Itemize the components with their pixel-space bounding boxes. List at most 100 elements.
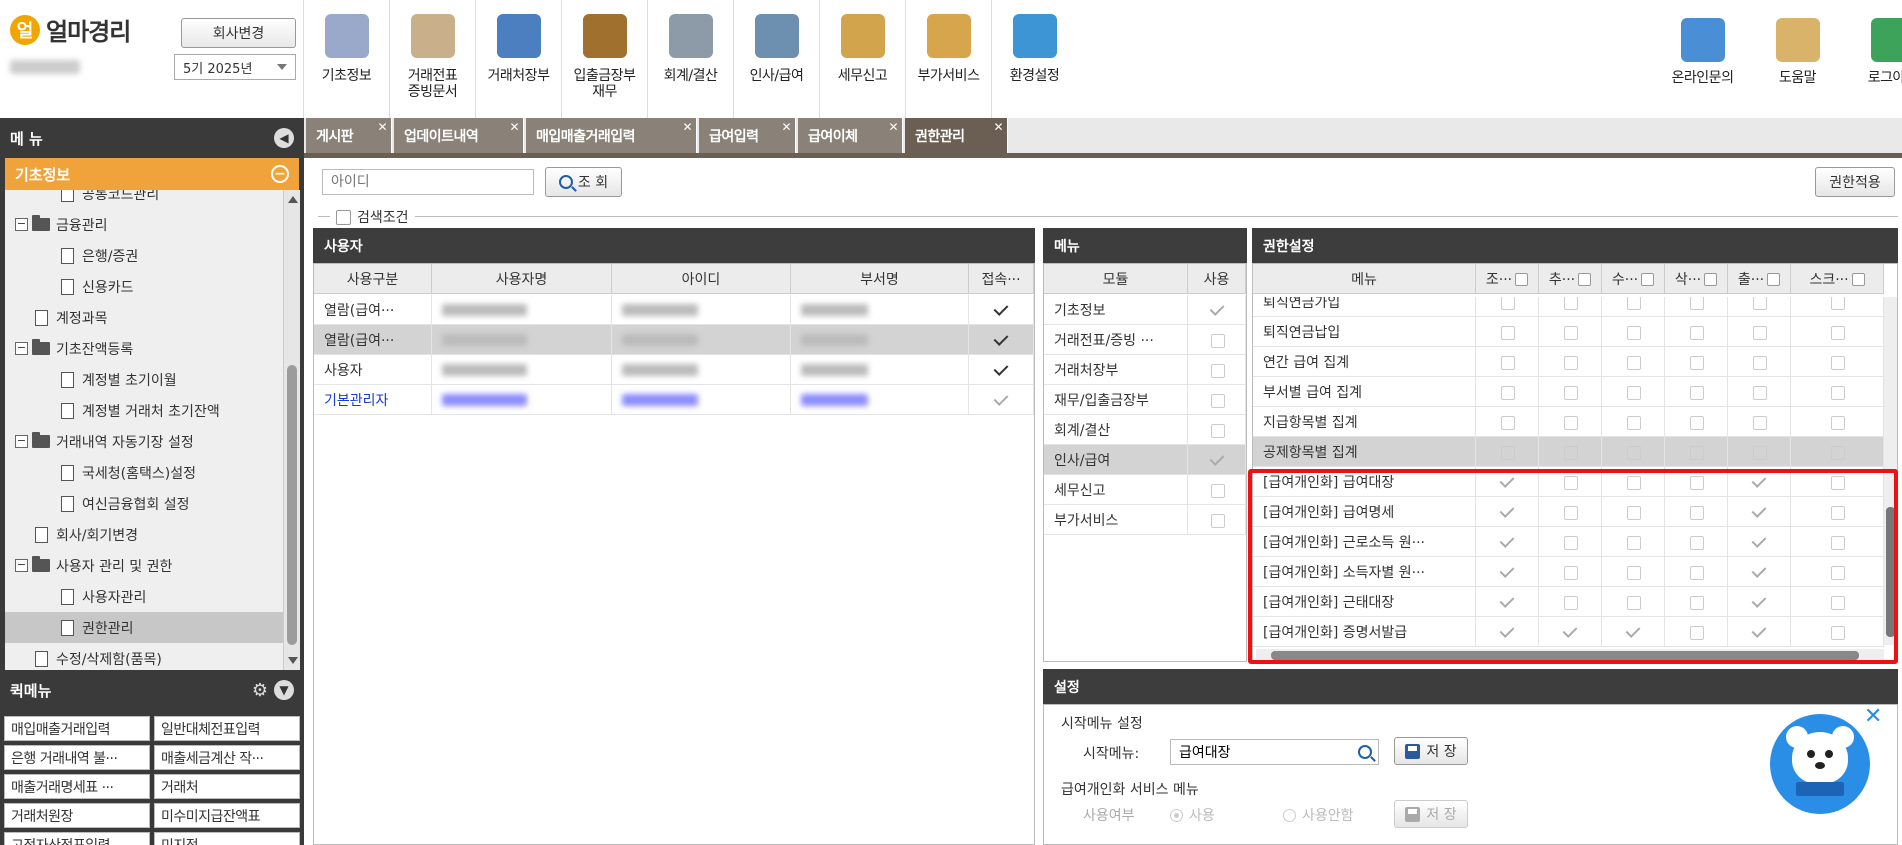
list-item[interactable]: 회계/결산 (1044, 415, 1246, 445)
checkbox-unchecked[interactable] (1687, 443, 1705, 461)
scroll-thumb[interactable] (1271, 651, 1859, 660)
checkbox-unchecked[interactable] (1828, 413, 1846, 431)
tree-item[interactable]: 국세청(홈택스)설정 (61, 457, 196, 488)
checkbox-unchecked[interactable] (1750, 443, 1768, 461)
close-icon[interactable]: ✕ (1864, 704, 1882, 729)
tab-0[interactable]: 게시판 ✕ (306, 118, 392, 153)
permission-column-header[interactable]: 수··· (1602, 264, 1665, 294)
tree-item[interactable]: 신용카드 (61, 271, 134, 302)
toolbar-money-bag-button[interactable]: 입출금장부 재무 (561, 0, 647, 118)
checkbox-unchecked[interactable] (1687, 623, 1705, 641)
permission-column-header[interactable]: 조··· (1476, 264, 1539, 294)
checkbox-checked[interactable] (992, 361, 1010, 379)
checkbox-checked[interactable] (992, 301, 1010, 319)
checkbox-unchecked[interactable] (1498, 323, 1516, 341)
checkbox-unchecked[interactable] (1687, 503, 1705, 521)
checkbox-unchecked[interactable] (1687, 413, 1705, 431)
checkbox-unchecked[interactable] (1208, 511, 1226, 529)
list-item[interactable]: 거래전표/증빙 ··· (1044, 325, 1246, 355)
quick-menu-item[interactable]: 미지점 (154, 832, 300, 845)
table-row[interactable]: 공제항목별 집계 (1253, 437, 1884, 467)
permissions-vertical-scrollbar[interactable] (1884, 297, 1897, 645)
checkbox-unchecked[interactable] (1208, 421, 1226, 439)
app-logo[interactable]: 얼 얼마경리 (10, 12, 131, 47)
tree-item[interactable]: 계정과목 (35, 302, 108, 333)
list-item[interactable]: 기초정보 (1044, 295, 1246, 325)
quick-menu-item[interactable]: 고정자산전표입력 (4, 832, 150, 845)
chevron-down-icon[interactable]: ▼ (274, 680, 294, 700)
checkbox-unchecked[interactable] (1624, 443, 1642, 461)
checkbox-unchecked[interactable] (1624, 297, 1642, 311)
quick-menu-item[interactable]: 매입매출거래입력 (4, 716, 150, 741)
list-item[interactable]: 재무/입출금장부 (1044, 385, 1246, 415)
list-item[interactable]: 거래처장부 (1044, 355, 1246, 385)
checkbox-unchecked[interactable] (1828, 563, 1846, 581)
checkbox-unchecked[interactable] (1624, 323, 1642, 341)
toolbar-tax-button[interactable]: 세무신고 (819, 0, 905, 118)
collapse-toggle-icon[interactable]: − (15, 218, 28, 231)
close-icon[interactable]: ✕ (888, 120, 898, 134)
checkbox-unchecked[interactable] (1750, 383, 1768, 401)
permission-column-header[interactable]: 삭··· (1665, 264, 1728, 294)
table-row[interactable]: [급여개인화] 급여명세 (1253, 497, 1884, 527)
use-no-radio[interactable]: 사용안함 (1283, 805, 1354, 825)
checkbox-unchecked[interactable] (1750, 323, 1768, 341)
checkbox-unchecked[interactable] (1687, 563, 1705, 581)
checkbox-checked[interactable] (1750, 503, 1768, 521)
checkbox-checked[interactable] (1498, 503, 1516, 521)
checkbox-unchecked[interactable] (1561, 473, 1579, 491)
checkbox-unchecked[interactable] (1498, 353, 1516, 371)
tree-item[interactable]: 공통코드관리 (61, 190, 159, 209)
period-select[interactable]: 5기 2025년 (174, 54, 296, 80)
scroll-up-icon[interactable] (288, 196, 298, 203)
start-menu-save-button[interactable]: 저 장 (1394, 737, 1468, 765)
use-yes-radio[interactable]: 사용 (1170, 805, 1215, 825)
checkbox-unchecked[interactable] (1561, 563, 1579, 581)
list-item[interactable]: 인사/급여 (1044, 445, 1246, 475)
toolbar-support-agent-button[interactable]: 온라인문의 (1655, 0, 1750, 118)
permissions-horizontal-scrollbar[interactable] (1256, 649, 1884, 662)
search-condition-checkbox[interactable] (336, 209, 351, 225)
select-all-checkbox[interactable] (1578, 272, 1592, 286)
tree-scroll-thumb[interactable] (287, 365, 297, 645)
checkbox-checked[interactable] (1750, 623, 1768, 641)
checkbox-unchecked[interactable] (1561, 353, 1579, 371)
checkbox-unchecked[interactable] (1624, 413, 1642, 431)
table-row[interactable]: 열람(급여··· (314, 325, 1034, 355)
chatbot-bear-icon[interactable] (1770, 714, 1870, 814)
checkbox-unchecked[interactable] (1498, 383, 1516, 401)
table-row[interactable]: 지급항목별 집계 (1253, 407, 1884, 437)
toolbar-logout-button[interactable]: 로그아웃 (1845, 0, 1902, 118)
checkbox-unchecked[interactable] (1561, 503, 1579, 521)
checkbox-unchecked[interactable] (1828, 353, 1846, 371)
checkbox-unchecked[interactable] (1624, 593, 1642, 611)
checkbox-checked[interactable] (1498, 563, 1516, 581)
collapse-toggle-icon[interactable]: − (15, 435, 28, 448)
tree-item[interactable]: 계정별 거래처 초기잔액 (61, 395, 220, 426)
table-row[interactable]: 연간 급여 집계 (1253, 347, 1884, 377)
checkbox-unchecked[interactable] (1687, 297, 1705, 311)
table-row[interactable]: 사용자 (314, 355, 1034, 385)
close-icon[interactable]: ✕ (509, 120, 519, 134)
toolbar-clipboard-button[interactable]: 회계/결산 (647, 0, 733, 118)
select-all-checkbox[interactable] (1515, 272, 1529, 286)
checkbox-unchecked[interactable] (1687, 473, 1705, 491)
quick-menu-item[interactable]: 은행 거래내역 불··· (4, 745, 150, 770)
tab-1[interactable]: 업데이트내역 ✕ (394, 118, 524, 153)
checkbox-unchecked[interactable] (1687, 533, 1705, 551)
permission-column-header[interactable]: 출··· (1728, 264, 1791, 294)
tree-item[interactable]: 회사/회기변경 (35, 519, 138, 550)
users-column-header[interactable]: 접속··· (969, 264, 1034, 294)
checkbox-unchecked[interactable] (1561, 443, 1579, 461)
company-change-button[interactable]: 회사변경 (181, 18, 296, 48)
users-column-header[interactable]: 아이디 (612, 264, 791, 294)
quick-menu-item[interactable]: 매출거래명세표 ··· (4, 774, 150, 799)
users-column-header[interactable]: 부서명 (791, 264, 969, 294)
tab-5[interactable]: 권한관리 ✕ (905, 118, 1008, 153)
checkbox-unchecked[interactable] (1828, 443, 1846, 461)
checkbox-unchecked[interactable] (1561, 323, 1579, 341)
quick-menu-item[interactable]: 거래처원장 (4, 803, 150, 828)
toolbar-ledger-button[interactable]: 거래처장부 (475, 0, 561, 118)
permission-column-header[interactable]: 메뉴 (1253, 264, 1476, 294)
tab-3[interactable]: 급여입력 ✕ (699, 118, 796, 153)
